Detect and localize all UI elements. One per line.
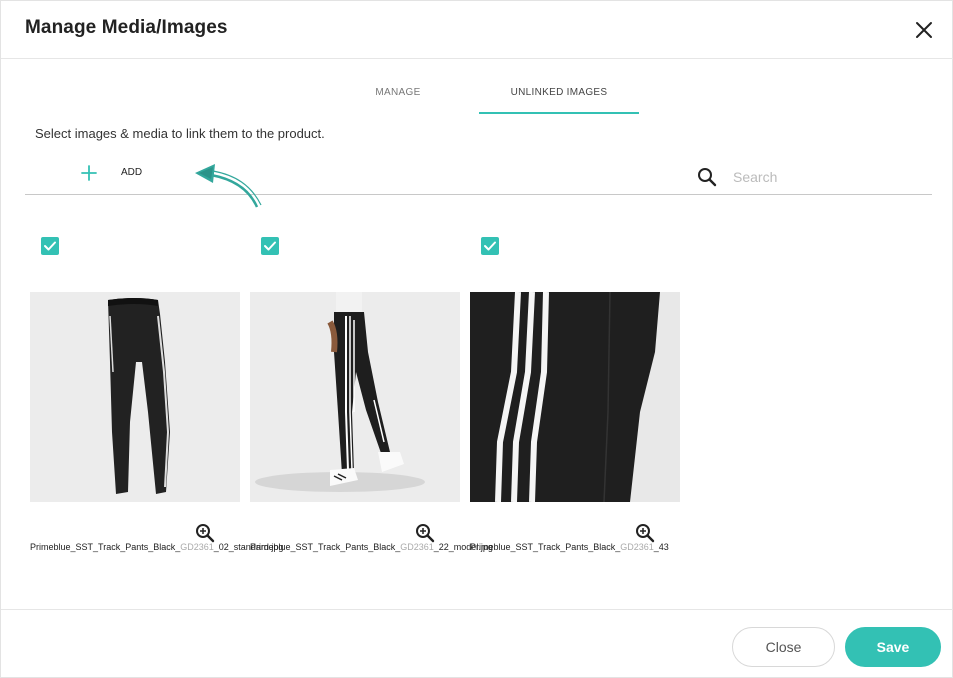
close-icon[interactable] <box>913 19 935 41</box>
dialog-header: Manage Media/Images <box>1 1 953 59</box>
image-checkbox[interactable] <box>261 237 279 255</box>
checkmark-icon <box>484 241 496 251</box>
filename-prefix: Primeblue_SST_Track_Pants_Black_ <box>30 542 181 552</box>
tab-unlinked-images[interactable]: UNLINKED IMAGES <box>479 87 639 98</box>
instructions-text: Select images & media to link them to th… <box>35 126 325 141</box>
image-thumbnail[interactable] <box>250 292 460 502</box>
active-tab-indicator <box>479 112 639 114</box>
filename-suffix: _43 <box>653 542 669 552</box>
track-pants-product-image <box>30 292 240 502</box>
filename-code: GD2361 <box>400 542 434 552</box>
close-button[interactable]: Close <box>732 627 835 667</box>
zoom-in-icon[interactable] <box>415 523 435 543</box>
search-input[interactable] <box>733 165 931 189</box>
image-checkbox[interactable] <box>41 237 59 255</box>
dialog-title: Manage Media/Images <box>25 17 228 38</box>
save-button[interactable]: Save <box>845 627 941 667</box>
curved-arrow-icon <box>195 164 262 208</box>
model-wearing-pants-image <box>250 292 460 502</box>
media-toolbar: ADD <box>25 159 932 208</box>
pants-detail-closeup-image <box>470 292 680 502</box>
manage-media-dialog: Manage Media/Images MANAGE UNLINKED IMAG… <box>0 0 953 678</box>
dialog-footer: Close Save <box>1 609 953 678</box>
tab-bar: MANAGE UNLINKED IMAGES <box>1 79 953 115</box>
plus-icon[interactable] <box>81 165 97 181</box>
filename-prefix: Primeblue_SST_Track_Pants_Black_ <box>250 542 401 552</box>
image-thumbnail[interactable] <box>30 292 240 502</box>
zoom-in-icon[interactable] <box>635 523 655 543</box>
filename-code: GD2361 <box>180 542 214 552</box>
zoom-in-icon[interactable] <box>195 523 215 543</box>
image-filename: Primeblue_SST_Track_Pants_Black_GD2361_0… <box>30 542 283 552</box>
image-filename: Primeblue_SST_Track_Pants_Black_GD2361_2… <box>250 542 493 552</box>
checkmark-icon <box>264 241 276 251</box>
image-checkbox[interactable] <box>481 237 499 255</box>
filename-code: GD2361 <box>620 542 654 552</box>
checkmark-icon <box>44 241 56 251</box>
image-thumbnail[interactable] <box>470 292 680 502</box>
filename-prefix: Primeblue_SST_Track_Pants_Black_ <box>470 542 621 552</box>
add-button[interactable]: ADD <box>121 167 142 178</box>
image-filename: Primeblue_SST_Track_Pants_Black_GD2361_4… <box>470 542 669 552</box>
tab-manage[interactable]: MANAGE <box>353 87 443 98</box>
search-icon[interactable] <box>697 167 717 187</box>
